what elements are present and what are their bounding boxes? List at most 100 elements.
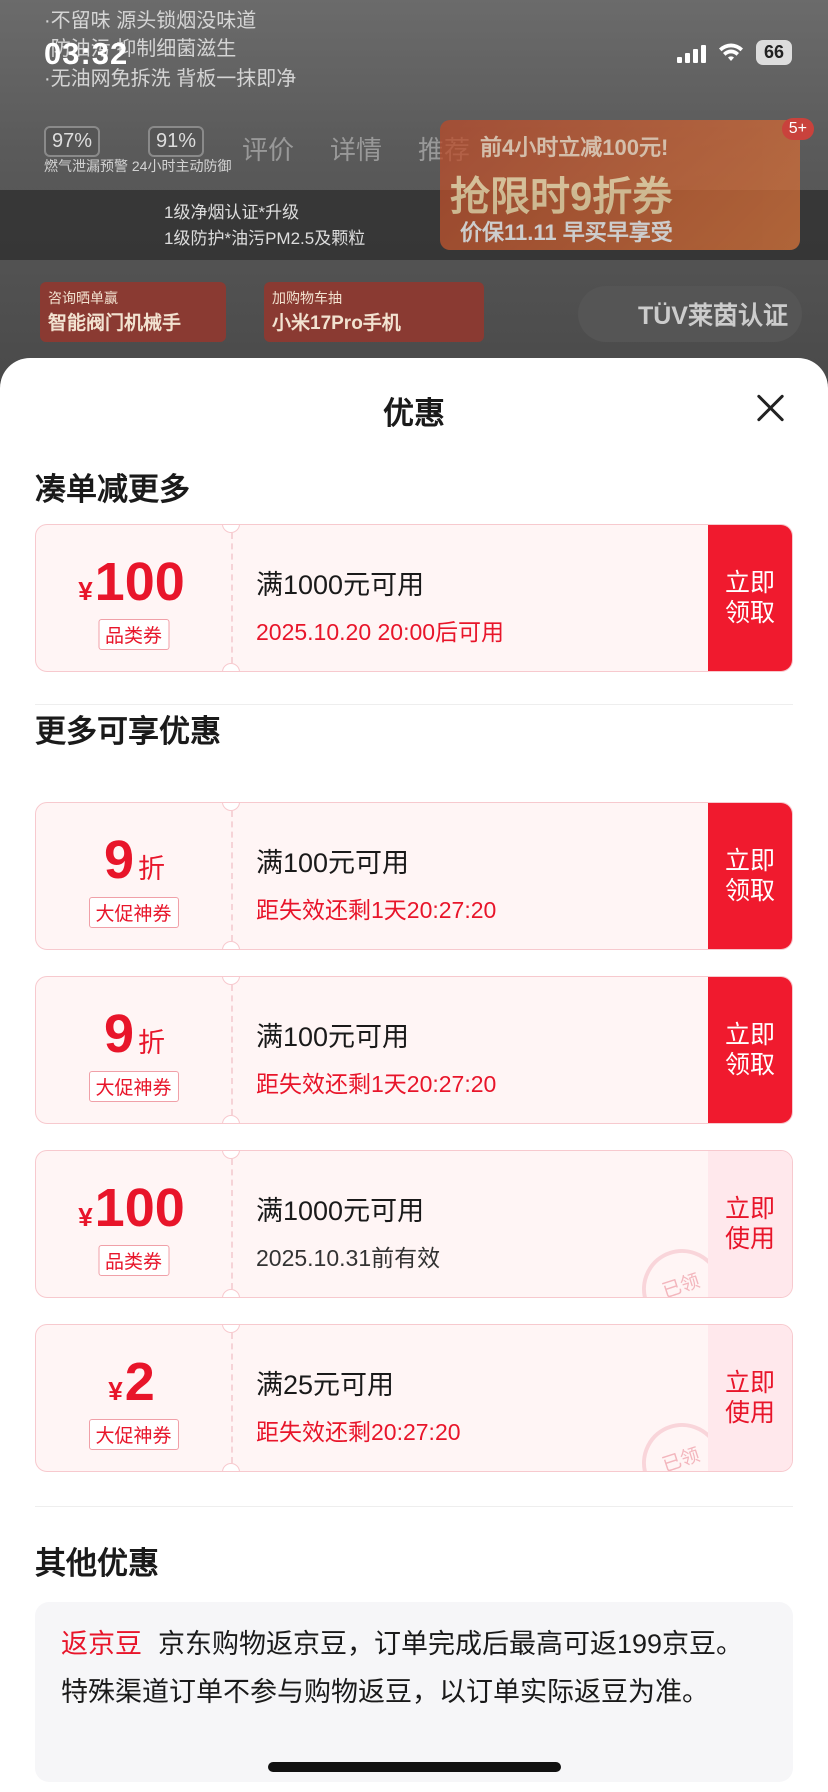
jingdou-rebate-info: 返京豆 京东购物返京豆，订单完成后最高可返199京豆。特殊渠道订单不参与购物返豆，… [35,1602,793,1782]
use-button[interactable]: 立即使用 [708,1151,792,1297]
wifi-icon [718,43,743,61]
coupon-value: 9折 大促神券 [36,803,231,949]
coupon-type-tag: 大促神券 [88,1419,179,1450]
background-tuv-badge: TÜV莱茵认证 [577,286,802,342]
coupon-divider [231,1159,233,1289]
coupon-currency: ¥ [78,576,93,606]
coupon-card: ¥100 品类券 满1000元可用 2025.10.31前有效 已领 立即使用 [35,1150,793,1298]
coupon-type-tag: 品类券 [97,1245,170,1276]
coupon-amount: 9折 [36,1003,231,1065]
coupon-subtext: 距失效还剩1天20:27:20 [256,1071,497,1097]
coupon-card: 9折 大促神券 满100元可用 距失效还剩1天20:27:20 立即领取 [35,802,793,950]
coupon-amount: ¥100 [36,1177,231,1239]
coupon-subtext: 距失效还剩20:27:20 [256,1419,461,1445]
background-feature-line: ·不留味 源头锁烟没味道 [44,10,257,32]
claim-button[interactable]: 立即领取 [708,977,792,1123]
background-tab: 评价 [242,135,295,165]
coupon-notch [222,941,240,949]
coupon-condition: 满100元可用 [256,1022,410,1052]
claim-button-label: 立即领取 [724,847,775,905]
coupon-condition: 满1000元可用 [256,570,425,600]
coupon-subtext: 2025.10.31前有效 [256,1245,441,1271]
coupon-notch [222,663,240,671]
coupon-divider [231,533,233,663]
close-icon[interactable] [756,394,784,422]
coupon-notch [222,1463,240,1471]
coupon-currency: ¥ [78,1202,93,1232]
promo-main: 抢限时9折券 [450,175,673,219]
card-title: 智能阀门机械手 [48,313,182,334]
coupon-card: ¥2 大促神券 满25元可用 距失效还剩20:27:20 已领 立即使用 [35,1324,793,1472]
section-divider [35,704,793,705]
sheet-title: 优惠 [383,396,445,431]
claim-button-label: 立即领取 [724,569,775,627]
background-promo-banner: 前4小时立减100元! 抢限时9折券 价保11.11 早买早享受 [440,120,800,250]
coupon-type-tag: 品类券 [97,619,170,650]
coupon-card: ¥100 品类券 满1000元可用 2025.10.20 20:00后可用 立即… [35,524,793,672]
coupon-notch [222,1289,240,1297]
card-tag: 加购物车抽 [272,290,342,306]
coupon-divider [231,1333,233,1463]
coupon-notch [222,1115,240,1123]
coupon-number: 100 [94,1178,185,1238]
card-tag: 咨询晒单赢 [48,290,118,306]
coupon-value: 9折 大促神券 [36,977,231,1123]
promo-line: 价保11.11 早买早享受 [460,220,673,245]
coupon-type-tag: 大促神券 [88,897,179,928]
coupon-currency: ¥ [108,1376,123,1406]
rebate-label: 返京豆 [61,1629,142,1659]
section-divider [35,1506,793,1507]
coupon-number: 9 [103,1004,135,1064]
coupon-amount: 9折 [36,829,231,891]
background-card: 咨询晒单赢 智能阀门机械手 [40,282,226,342]
coupon-subtext: 距失效还剩1天20:27:20 [256,897,497,923]
promo-line: 前4小时立减100元! [480,135,669,160]
coupon-number: 2 [124,1352,155,1412]
background-badge: 91% [148,126,205,157]
background-count-badge: 5+ [781,118,814,140]
background-badge-caption: 燃气泄漏预警 24小时主动防御 [44,158,232,174]
signal-icon [676,43,706,63]
background-badge: 97% [44,126,101,157]
use-button[interactable]: 立即使用 [708,1325,792,1471]
cert-line: 1级防护*油污PM2.5及颗粒 [164,229,366,248]
coupon-card: 9折 大促神券 满100元可用 距失效还剩1天20:27:20 立即领取 [35,976,793,1124]
product-page-background: ·不留味 源头锁烟没味道 ·防油污 抑制细菌滋生 ·无油网免拆洗 背板一抹即净 … [0,0,828,380]
background-tab: 详情 [330,135,383,165]
coupon-subtext: 2025.10.20 20:00后可用 [256,619,505,645]
claim-button[interactable]: 立即领取 [708,803,792,949]
use-button-label: 立即使用 [724,1369,775,1427]
background-tabs: 评价 详情 推荐 [242,130,470,167]
coupon-value: ¥100 品类券 [36,525,231,671]
coupon-type-tag: 大促神券 [88,1071,179,1102]
status-indicators: 66 [676,40,792,65]
section-title-more-discount: 凑单减更多 [35,472,190,507]
battery-icon: 66 [755,40,792,65]
section-title-other: 其他优惠 [35,1546,159,1581]
status-time: 03:32 [44,36,129,71]
coupon-value: ¥2 大促神券 [36,1325,231,1471]
coupon-condition: 满25元可用 [256,1370,395,1400]
background-card: 加购物车抽 小米17Pro手机 [264,282,484,342]
coupon-condition: 满1000元可用 [256,1196,425,1226]
coupon-amount: ¥2 [36,1351,231,1413]
coupon-divider [231,811,233,941]
coupon-divider [231,985,233,1115]
coupon-amount: ¥100 [36,551,231,613]
coupon-number: 100 [94,552,185,612]
cert-line: 1级净烟认证*升级 [164,203,300,222]
home-indicator[interactable] [268,1762,561,1772]
section-title-more-offers: 更多可享优惠 [35,714,221,749]
coupon-unit: 折 [138,854,166,884]
coupon-unit: 折 [138,1028,166,1058]
claim-button[interactable]: 立即领取 [708,525,792,671]
rebate-text: 京东购物返京豆，订单完成后最高可返199京豆。特殊渠道订单不参与购物返豆，以订单… [61,1629,744,1707]
coupon-number: 9 [103,830,135,890]
card-title: 小米17Pro手机 [272,313,401,334]
coupon-value: ¥100 品类券 [36,1151,231,1297]
coupon-condition: 满100元可用 [256,848,410,878]
use-button-label: 立即使用 [724,1195,775,1253]
background-cert: 1级净烟认证*升级 1级防护*油污PM2.5及颗粒 [44,200,365,252]
discount-sheet: 优惠 凑单减更多 ¥100 品类券 满1000元可用 2025.10.20 20… [0,358,828,1792]
claim-button-label: 立即领取 [724,1021,775,1079]
